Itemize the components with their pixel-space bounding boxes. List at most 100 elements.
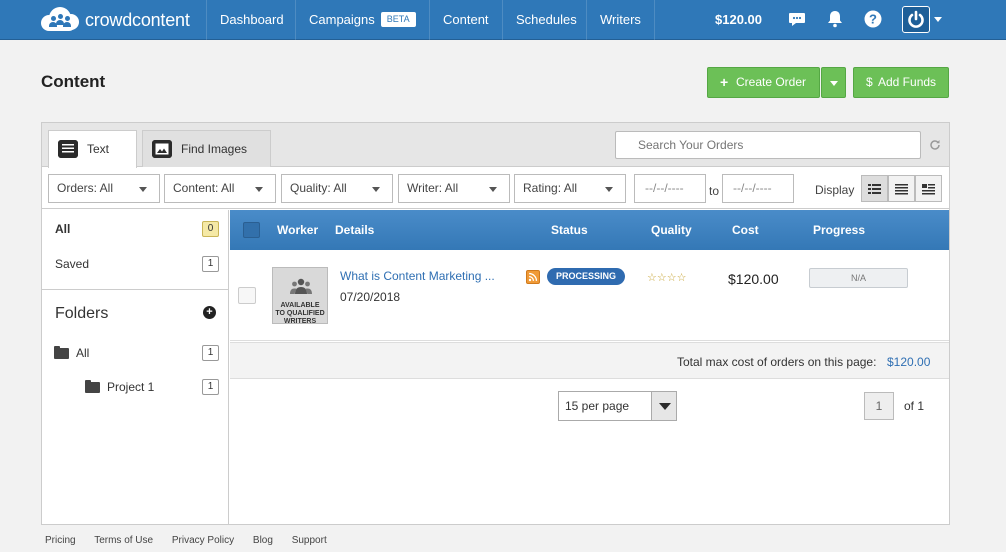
count-badge: 1 [202,379,219,395]
chevron-down-icon[interactable] [651,392,676,420]
col-details[interactable]: Details [335,223,374,237]
bell-icon[interactable] [825,9,845,29]
per-page-value: 15 per page [565,399,630,413]
rating-filter-value: Rating: All [523,181,578,195]
worker-label-line-1: AVAILABLE [280,302,320,309]
orders-filter[interactable]: Orders: All [48,174,160,203]
nav-campaigns-label: Campaigns [309,12,375,27]
nav-content[interactable]: Content [429,0,502,40]
order-date: 07/20/2018 [340,290,401,304]
dollar-icon: $ [866,75,873,89]
total-cost-value: $120.00 [887,355,931,369]
progress-bar: N/A [809,268,908,288]
view-detailed-button[interactable] [861,175,888,202]
nav-writers[interactable]: Writers [586,0,655,40]
quality-filter-value: Quality: All [290,181,347,195]
page-title: Content [41,72,106,91]
nav-dashboard[interactable]: Dashboard [206,0,297,40]
create-order-button[interactable]: + Create Order [707,67,820,98]
footer-link-support[interactable]: Support [292,535,327,546]
add-funds-button[interactable]: $ Add Funds [853,67,949,98]
col-worker[interactable]: Worker [277,223,318,237]
order-cost: $120.00 [728,271,779,287]
beta-badge: BETA [380,12,416,28]
filter-bar: Orders: All Content: All Quality: All Wr… [42,168,949,209]
chevron-down-icon [139,187,147,192]
people-icon [290,278,312,294]
add-folder-icon[interactable]: + [203,306,216,319]
sidebar: All 0 Saved 1 Folders + All 1 Project 1 … [42,210,229,524]
quality-filter[interactable]: Quality: All [281,174,393,203]
plus-icon: + [720,74,729,90]
col-progress[interactable]: Progress [813,223,865,237]
power-icon [908,10,924,28]
brand-name: crowdcontent [85,9,190,30]
search-input[interactable] [615,131,921,159]
count-badge: 1 [202,256,219,272]
brand-logo[interactable]: crowdcontent [41,6,190,34]
count-badge: 0 [202,221,219,237]
nav-campaigns[interactable]: Campaigns BETA [295,0,429,40]
date-from-input[interactable]: --/--/---- [634,174,706,203]
add-funds-label: Add Funds [878,75,937,89]
folder-item-all[interactable]: All [76,346,89,360]
detailed-list-icon [868,184,881,194]
folders-title: Folders [55,305,109,322]
total-cost-bar: Total max cost of orders on this page: $… [230,342,949,379]
chevron-down-icon [372,187,380,192]
view-list-button[interactable] [888,175,915,202]
view-compact-button[interactable] [915,175,942,202]
chevron-down-icon [830,81,838,86]
status-badge: PROCESSING [547,268,626,285]
chevron-down-icon [605,187,613,192]
col-status[interactable]: Status [551,223,588,237]
footer-link-privacy[interactable]: Privacy Policy [172,535,234,546]
help-icon[interactable]: ? [863,9,883,29]
svg-text:?: ? [869,12,877,27]
create-order-label: Create Order [736,75,807,89]
row-checkbox[interactable] [238,287,256,304]
orders-filter-value: Orders: All [57,181,114,195]
chat-icon[interactable] [787,9,807,29]
rating-filter[interactable]: Rating: All [514,174,626,203]
sidebar-item-all[interactable]: All [55,222,70,236]
quality-stars: ☆☆☆☆ [647,272,687,284]
rss-icon[interactable] [526,270,540,284]
worker-label-line-3: WRITERS [283,318,317,325]
chevron-down-icon[interactable] [934,17,942,22]
writer-filter[interactable]: Writer: All [398,174,510,203]
order-title-link[interactable]: What is Content Marketing ... [340,269,495,283]
worker-placeholder: AVAILABLE TO QUALIFIED WRITERS [272,267,328,325]
tab-find-images-label: Find Images [181,142,248,156]
display-label: Display [815,183,855,197]
top-navbar: crowdcontent Dashboard Campaigns BETA Con… [0,0,1006,40]
text-doc-icon [58,140,78,158]
writer-filter-value: Writer: All [407,181,459,195]
refresh-icon[interactable] [929,139,941,151]
cloud-logo-icon [41,7,79,33]
page-count: of 1 [904,399,925,413]
col-cost[interactable]: Cost [732,223,759,237]
current-page-input[interactable]: 1 [864,392,894,420]
nav-schedules[interactable]: Schedules [502,0,590,40]
tab-find-images[interactable]: Find Images [142,130,271,167]
footer-link-terms[interactable]: Terms of Use [94,535,153,546]
date-to-input[interactable]: --/--/---- [722,174,794,203]
sidebar-item-saved[interactable]: Saved [55,257,89,271]
count-badge: 1 [202,345,219,361]
create-order-dropdown[interactable] [821,67,846,98]
content-filter[interactable]: Content: All [164,174,276,203]
footer-link-pricing[interactable]: Pricing [45,535,76,546]
folder-icon [54,346,69,359]
footer: Pricing Terms of Use Privacy Policy Blog… [45,535,343,546]
col-quality[interactable]: Quality [651,223,692,237]
account-menu-button[interactable] [902,6,930,33]
folder-item-project-1[interactable]: Project 1 [107,380,154,394]
per-page-select[interactable]: 15 per page [558,391,677,421]
select-all-checkbox[interactable] [243,222,260,238]
tab-text[interactable]: Text [48,130,137,168]
image-icon [152,140,172,158]
footer-link-blog[interactable]: Blog [253,535,273,546]
account-balance[interactable]: $120.00 [703,0,774,40]
table-row[interactable]: AVAILABLE TO QUALIFIED WRITERS What is C… [230,250,949,341]
